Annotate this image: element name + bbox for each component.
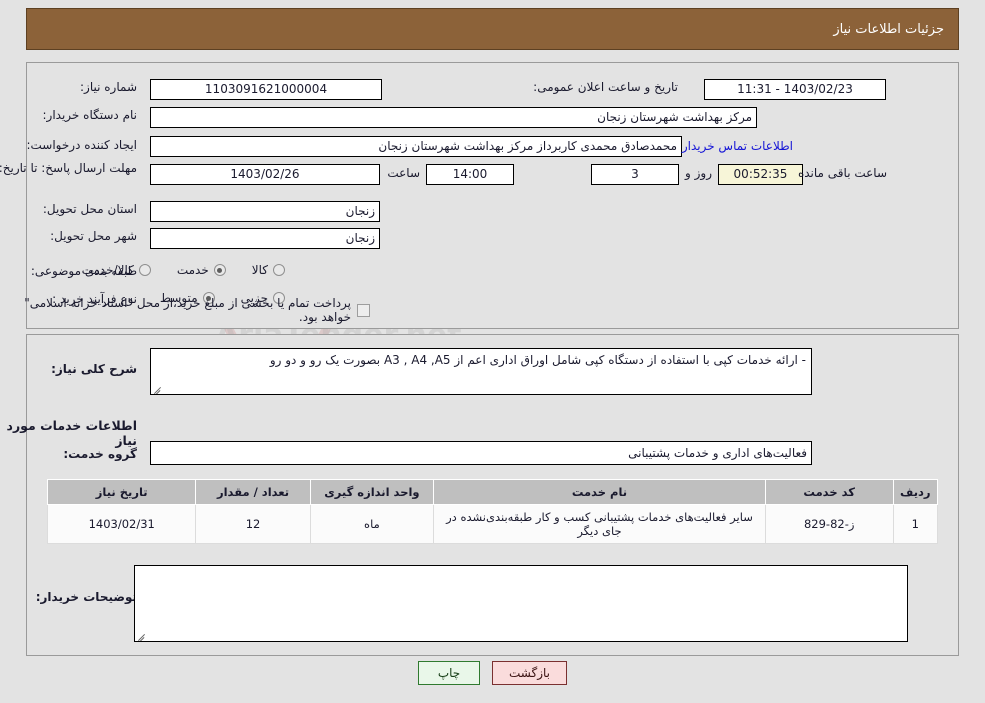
deadline-label: مهلت ارسال پاسخ: تا تاریخ:	[0, 161, 137, 175]
buyer-org-field[interactable]: مرکز بهداشت شهرستان زنجان	[150, 107, 757, 128]
province-field[interactable]: زنجان	[150, 201, 380, 222]
countdown-field[interactable]: 00:52:35	[718, 164, 803, 185]
print-button[interactable]: چاپ	[418, 661, 480, 685]
resize-grip-icon[interactable]	[153, 383, 163, 393]
page-header: جزئیات اطلاعات نیاز	[26, 8, 959, 50]
need-summary-panel	[26, 62, 959, 329]
th-row-no: ردیف	[892, 479, 939, 505]
buyer-contact-link[interactable]: اطلاعات تماس خریدار	[682, 139, 793, 153]
category-radio-khedmat[interactable]: خدمت	[177, 263, 226, 277]
category-radio-group[interactable]: کالا خدمت کالا/خدمت	[56, 263, 285, 277]
remaining-days-field[interactable]: 3	[591, 164, 679, 185]
th-service-name: نام خدمت	[433, 479, 766, 505]
need-number-label: شماره نیاز:	[80, 80, 137, 94]
cell-service-name: سایر فعالیت‌های خدمات پشتیبانی کسب و کار…	[433, 504, 766, 544]
cell-service-code: ز-82-829	[764, 504, 894, 544]
city-field[interactable]: زنجان	[150, 228, 380, 249]
remaining-days-label: روز و	[685, 166, 712, 180]
buyer-notes-label: توضیحات خریدار:	[35, 590, 137, 604]
cell-need-date: 1403/02/31	[46, 504, 197, 544]
services-table: ردیف کد خدمت نام خدمت واحد اندازه گیری ت…	[46, 479, 939, 544]
province-label: استان محل تحویل:	[42, 202, 137, 216]
buyer-notes-textarea[interactable]	[134, 565, 908, 642]
category-option-label: خدمت	[176, 263, 209, 277]
category-option-label: کالا	[251, 263, 268, 277]
th-need-date: تاریخ نیاز	[46, 479, 197, 505]
countdown-label: ساعت باقی مانده	[797, 166, 887, 180]
general-desc-textarea[interactable]: - ارائه خدمات کپی با استفاده از دستگاه ک…	[150, 348, 812, 395]
buyer-org-row: نام دستگاه خریدار:	[43, 108, 138, 122]
resize-grip-icon[interactable]	[137, 630, 147, 640]
service-group-field[interactable]: فعالیت‌های اداری و خدمات پشتیبانی	[150, 441, 812, 465]
radio-dot-icon[interactable]	[213, 264, 226, 276]
creator-row: ایجاد کننده درخواست:	[26, 138, 137, 152]
table-row: 1 ز-82-829 سایر فعالیت‌های خدمات پشتیبان…	[46, 504, 939, 544]
page-title: جزئیات اطلاعات نیاز	[833, 21, 944, 37]
cell-unit: ماه	[309, 504, 435, 544]
city-row: شهر محل تحویل:	[50, 229, 137, 243]
cell-quantity: 12	[195, 504, 311, 544]
category-radio-kala[interactable]: کالا	[252, 263, 285, 277]
th-service-code: کد خدمت	[764, 479, 894, 505]
back-button[interactable]: بازگشت	[492, 661, 567, 685]
general-desc-value: - ارائه خدمات کپی با استفاده از دستگاه ک…	[269, 353, 806, 367]
th-quantity: تعداد / مقدار	[195, 479, 311, 505]
announce-datetime-row: تاریخ و ساعت اعلان عمومی:	[533, 80, 678, 94]
need-number-row: شماره نیاز:	[80, 80, 137, 94]
radio-dot-icon[interactable]	[273, 264, 285, 276]
province-row: استان محل تحویل:	[43, 202, 137, 216]
deadline-hour-field[interactable]: 14:00	[426, 164, 514, 185]
treasury-note-label: پرداخت تمام یا بخشی از مبلغ خرید،از محل …	[24, 296, 351, 324]
service-group-label: گروه خدمت:	[63, 447, 137, 461]
action-button-bar: بازگشت چاپ	[0, 661, 985, 685]
buyer-org-label: نام دستگاه خریدار:	[42, 108, 138, 122]
need-number-field[interactable]: 1103091621000004	[150, 79, 382, 100]
announce-datetime-field[interactable]: 1403/02/23 - 11:31	[704, 79, 886, 100]
treasury-checkbox-icon[interactable]	[357, 303, 370, 317]
announce-datetime-label: تاریخ و ساعت اعلان عمومی:	[533, 80, 678, 94]
city-label: شهر محل تحویل:	[50, 229, 137, 243]
general-desc-label: شرح کلی نیاز:	[51, 362, 137, 376]
cell-row-no: 1	[892, 504, 939, 544]
category-option-label: کالا/خدمت	[81, 263, 134, 277]
services-section-title: اطلاعات خدمات مورد نیاز	[6, 418, 137, 448]
deadline-date-field[interactable]: 1403/02/26	[150, 164, 380, 185]
deadline-hour-label: ساعت	[387, 166, 420, 180]
creator-field[interactable]: محمدصادق محمدی کاربرداز مرکز بهداشت شهرس…	[150, 136, 682, 157]
deadline-label-block: مهلت ارسال پاسخ: تا تاریخ:	[0, 160, 137, 177]
creator-label: ایجاد کننده درخواست:	[26, 138, 137, 152]
treasury-note-row[interactable]: پرداخت تمام یا بخشی از مبلغ خرید،از محل …	[0, 296, 370, 324]
th-unit: واحد اندازه گیری	[309, 479, 435, 505]
table-header-row: ردیف کد خدمت نام خدمت واحد اندازه گیری ت…	[46, 479, 939, 505]
radio-dot-icon[interactable]	[138, 264, 151, 276]
category-radio-kala-khedmat[interactable]: کالا/خدمت	[82, 263, 151, 277]
